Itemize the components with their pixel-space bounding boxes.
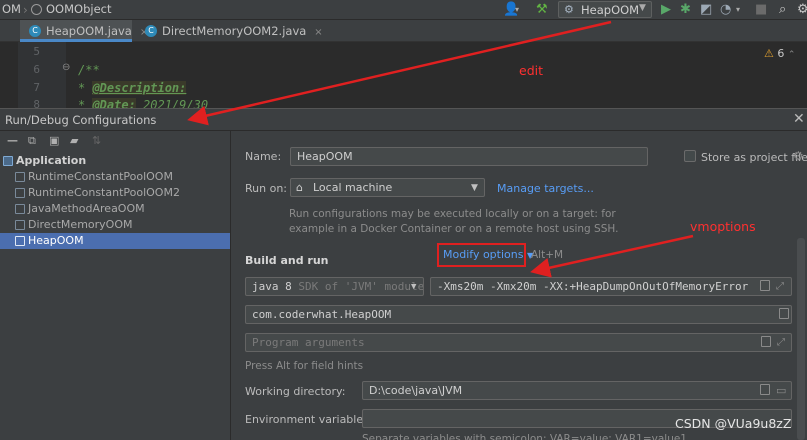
breadcrumb-file[interactable]: OOMObject (46, 2, 111, 16)
jdk-select[interactable]: java 8 SDK of 'JVM' module ▼ (245, 277, 424, 296)
config-icon (15, 172, 25, 182)
run-configuration-label: HeapOOM (581, 3, 640, 17)
chevron-down-icon: ▼ (471, 183, 478, 193)
run-on-select[interactable]: ⌂ Local machine ▼ (290, 178, 485, 197)
maximize-icon[interactable]: ⤢ (776, 278, 784, 295)
watermark: CSDN @VUa9u8zZ (675, 416, 792, 431)
configuration-tree-panel: — ⧉ ▣ ▰ ⇅ Application RuntimeConstantPoo… (0, 131, 231, 440)
copy-icon[interactable]: ⧉ (28, 134, 36, 148)
config-icon (15, 220, 25, 230)
maximize-icon[interactable]: ⤢ (777, 334, 785, 351)
run-debug-configurations-dialog: Run/Debug Configurations ✕ — ⧉ ▣ ▰ ⇅ App… (0, 108, 807, 440)
close-icon[interactable]: × (314, 27, 322, 38)
manage-targets-link[interactable]: Manage targets... (497, 182, 594, 195)
tree-item[interactable]: RuntimeConstantPoolOOM (0, 169, 230, 185)
working-directory-label: Working directory: (245, 385, 346, 398)
line-number: 6 (33, 63, 40, 76)
store-as-project-file-checkbox[interactable] (684, 150, 696, 162)
field-hints-tip: Press Alt for field hints (245, 360, 364, 372)
program-arguments-input[interactable]: Program arguments ⤢ (245, 333, 792, 352)
run-on-hint-line-2: example in a Docker Container or on a re… (289, 223, 619, 235)
java-class-icon: C (145, 25, 157, 37)
line-number: 5 (33, 45, 40, 58)
navigation-bar: OM › OOMObject 👤 ▾ ⚒ ⚙ HeapOOM ▼ ▶ ✱ ◩ ◔… (0, 0, 807, 20)
code-line-6: /** (78, 63, 100, 77)
java-class-icon: C (29, 25, 41, 37)
tree-item[interactable]: DirectMemoryOOM (0, 217, 230, 233)
breadcrumb-project[interactable]: OM (2, 2, 21, 16)
build-hammer-icon[interactable]: ⚒ (536, 1, 548, 19)
name-label: Name: (245, 150, 282, 163)
code-editor[interactable]: 5 6 7 8 ⊖ /** * @Description: * @Date: 2… (0, 42, 807, 112)
browse-class-icon[interactable] (779, 308, 789, 319)
gear-icon: ⚙ (564, 3, 574, 16)
chevron-down-icon: ▼ (639, 3, 646, 13)
debug-bug-icon[interactable]: ✱ (680, 1, 691, 19)
modify-options-shortcut: Alt+M (531, 249, 564, 261)
annotation-edit: edit (519, 63, 543, 78)
modify-options-button[interactable]: Modify options ▼ (443, 248, 533, 261)
tree-item[interactable]: RuntimeConstantPoolOOM2 (0, 185, 230, 201)
environment-variables-label: Environment variables: (245, 413, 373, 426)
run-on-hint-line-1: Run configurations may be executed local… (289, 208, 616, 220)
class-icon (31, 4, 42, 15)
warning-indicator[interactable]: ⚠ 6 ⌃ (764, 47, 795, 60)
run-configuration-selector[interactable]: ⚙ HeapOOM ▼ (558, 1, 652, 18)
editor-tab-bar: C HeapOOM.java × C DirectMemoryOOM2.java × (0, 20, 807, 42)
name-input[interactable]: HeapOOM (290, 147, 648, 166)
tree-item[interactable]: JavaMethodAreaOOM (0, 201, 230, 217)
fold-icon[interactable]: ⊖ (62, 62, 70, 73)
expand-field-icon[interactable] (761, 336, 771, 347)
account-dropdown-icon[interactable]: ▾ (515, 1, 519, 19)
stop-icon[interactable]: ■ (755, 1, 767, 19)
tab-label: DirectMemoryOOM2.java (162, 24, 307, 38)
annotation-vmoptions: vmoptions (690, 219, 756, 234)
settings-icon[interactable]: ⚙ (797, 1, 807, 19)
configuration-form: Name: HeapOOM Store as project file ⚙ Ru… (232, 131, 807, 440)
move-to-folder-icon[interactable]: ▰ (70, 134, 78, 147)
expand-field-icon[interactable] (760, 280, 770, 291)
tree-item-selected[interactable]: HeapOOM (0, 233, 230, 249)
tab-heapoom[interactable]: C HeapOOM.java × (20, 20, 148, 42)
breadcrumb-separator: › (23, 3, 28, 17)
coverage-icon[interactable]: ◩ (700, 1, 712, 19)
vm-options-input[interactable]: -Xms20m -Xmx20m -XX:+HeapDumpOnOutOfMemo… (430, 277, 792, 296)
line-number: 7 (33, 81, 40, 94)
main-class-input[interactable]: com.coderwhat.HeapOOM (245, 305, 792, 324)
environment-variables-hint: Separate variables with semicolon: VAR=v… (362, 433, 687, 440)
vertical-scrollbar[interactable] (797, 238, 805, 440)
profiler-icon[interactable]: ◔ (720, 1, 731, 19)
working-directory-input[interactable]: D:\code\java\JVM ▭ (362, 381, 792, 400)
folder-icon[interactable]: ▭ (776, 382, 786, 399)
sort-icon[interactable]: ⇅ (92, 134, 101, 147)
dialog-title: Run/Debug Configurations (5, 113, 157, 127)
store-as-project-file-label: Store as project file (701, 151, 807, 164)
tab-directmemoryoom2[interactable]: C DirectMemoryOOM2.java × (136, 20, 323, 42)
home-icon: ⌂ (296, 181, 303, 194)
remove-icon[interactable]: — (7, 134, 18, 147)
search-icon[interactable]: ⌕ (779, 1, 786, 19)
config-icon (15, 236, 25, 246)
build-and-run-heading: Build and run (245, 254, 329, 267)
tree-group-application[interactable]: Application (0, 153, 230, 169)
run-on-label: Run on: (245, 182, 287, 195)
warning-icon: ⚠ (764, 47, 774, 60)
code-line-7: * @Description: (78, 81, 187, 95)
gear-icon[interactable]: ⚙ (793, 149, 804, 163)
config-icon (15, 188, 25, 198)
tab-label: HeapOOM.java (46, 24, 132, 38)
save-icon[interactable]: ▣ (49, 134, 59, 147)
close-icon[interactable]: ✕ (793, 111, 805, 127)
config-icon (15, 204, 25, 214)
run-icon[interactable]: ▶ (661, 1, 671, 19)
chevron-down-icon: ▼ (411, 282, 417, 292)
more-run-dropdown-icon[interactable]: ▾ (736, 1, 740, 19)
tree-toolbar: — ⧉ ▣ ▰ ⇅ (0, 131, 231, 151)
browse-folder-icon[interactable] (760, 384, 770, 395)
application-icon (3, 156, 13, 166)
